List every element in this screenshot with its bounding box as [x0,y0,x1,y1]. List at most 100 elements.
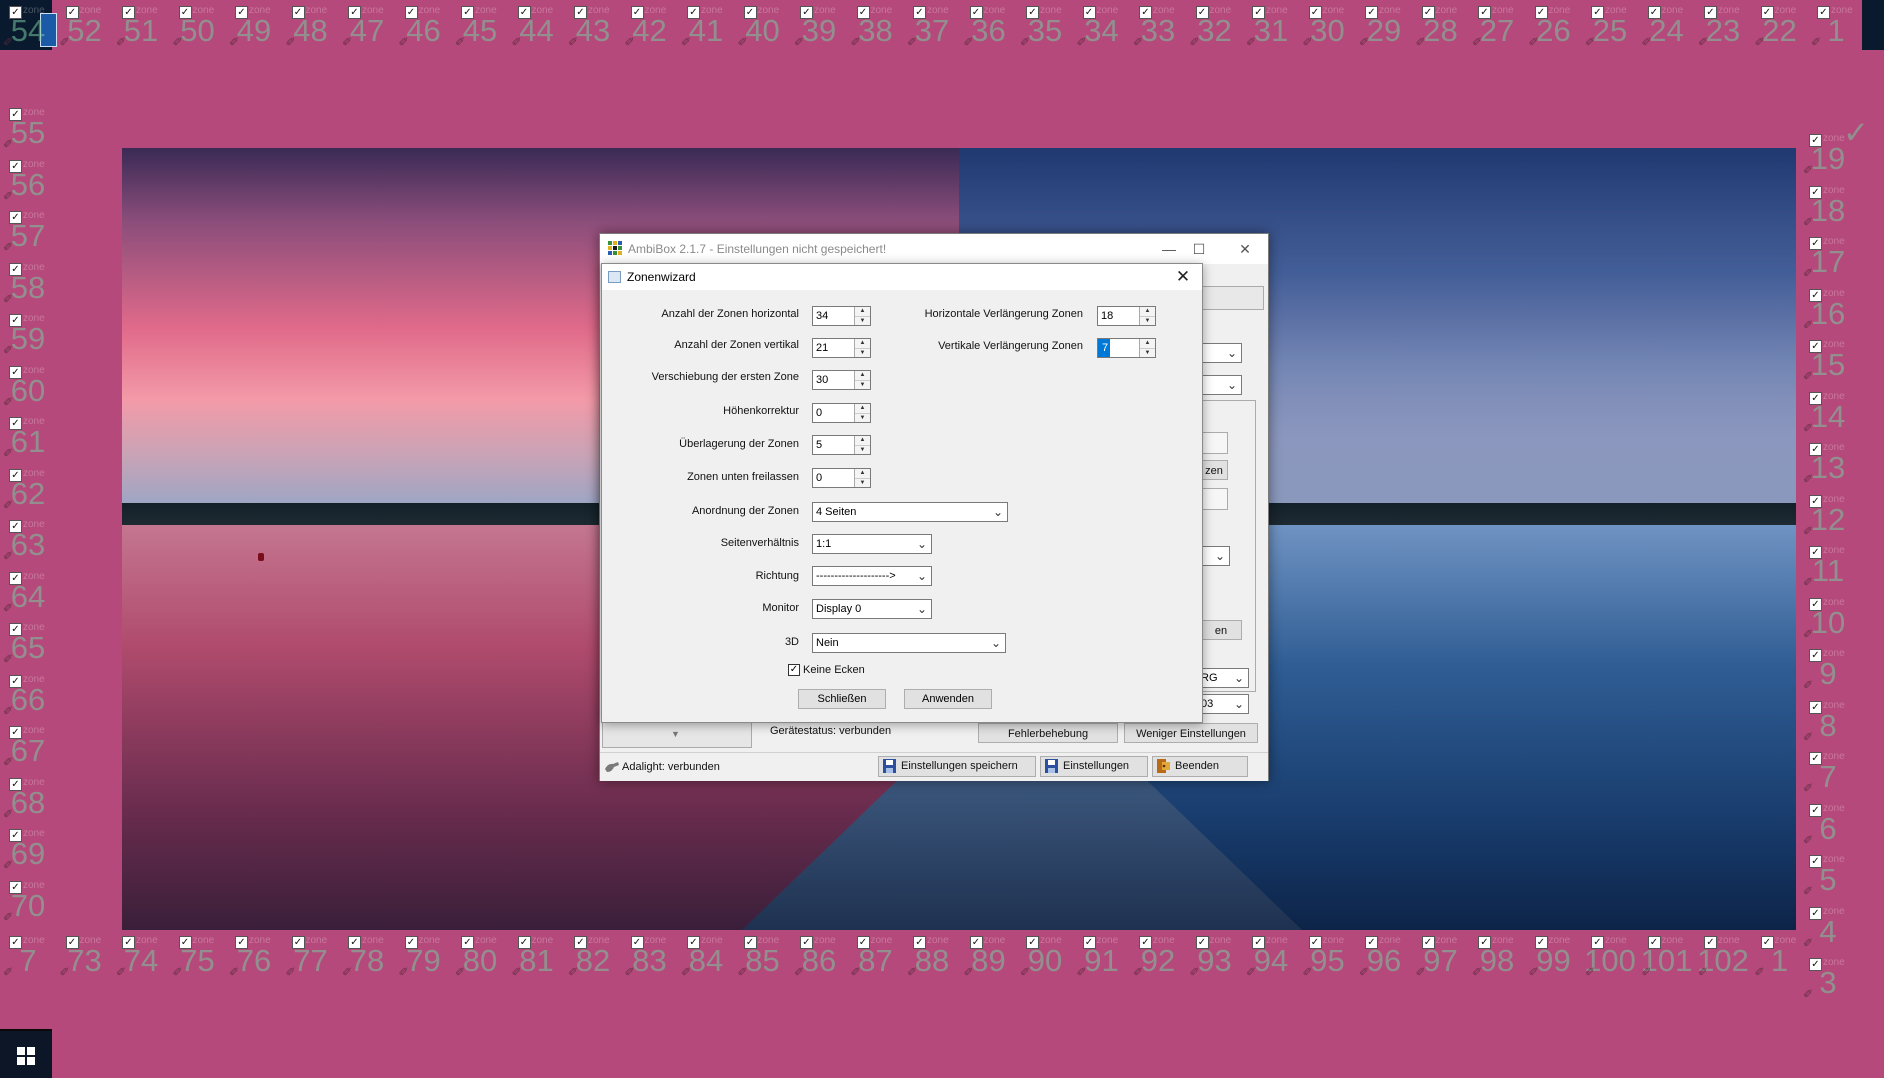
zone-cell: ✓ zone 97 ✐ [1413,930,1469,981]
zone-cell: ✓ zone 3 ✐ [1800,952,1856,1003]
zone-brush-icon: ✐ [3,858,14,872]
hidden-select-4[interactable]: RG ⌄ [1200,668,1249,688]
bottom-free-spinner[interactable]: ▲▼ [812,468,871,488]
zone-brush-icon: ✐ [1020,35,1031,49]
settings-label: Einstellungen [1063,760,1130,772]
spin-arrows-icon[interactable]: ▲ ▼ [854,469,870,487]
zone-cell: ✓ zone 96 ✐ [1356,930,1412,981]
save-settings-button[interactable]: Einstellungen speichern [878,756,1036,777]
zone-brush-icon: ✐ [59,965,70,979]
wizard-close-button[interactable]: ✕ [1170,266,1196,288]
height-correction-spinner[interactable]: ▲▼ [812,403,871,423]
vertical-extension-spinner[interactable]: ▲▼ [1097,338,1156,358]
zones-horizontal-spinner[interactable]: ▲▼ [812,306,871,326]
zone-cell: ✓ zone 60 ✐ [0,360,56,411]
hidden-button-2[interactable]: en [1200,620,1242,640]
zone-brush-icon: ✐ [3,497,14,512]
zone-brush-icon: ✐ [285,965,296,979]
zone-brush-icon: ✐ [737,35,748,49]
maximize-button[interactable]: ☐ [1184,238,1214,260]
monitor-select[interactable]: Display 0 ⌄ [812,599,932,619]
spin-arrows-icon[interactable]: ▲ ▼ [854,436,870,454]
zone-cell: ✓ zone 5 ✐ [1800,849,1856,900]
zone-brush-icon: ✐ [3,394,14,409]
zone-brush-icon: ✐ [1415,965,1426,979]
spin-arrows-icon[interactable]: ▲ ▼ [854,371,870,389]
spin-arrows-icon[interactable]: ▲ ▼ [1139,307,1155,325]
spin-arrows-icon[interactable]: ▲ ▼ [854,339,870,357]
spin-arrows-icon[interactable]: ▲ ▼ [854,307,870,325]
chevron-down-icon: ⌄ [1226,346,1237,360]
zone-brush-icon: ✐ [1803,214,1814,229]
zone-brush-icon: ✐ [1641,35,1652,49]
zone-cell: ✓ zone 85 ✐ [735,930,791,981]
main-statusbar: Adalight: verbunden Einstellungen speich… [600,752,1268,781]
troubleshoot-button[interactable]: Fehlerbehebung [978,723,1118,743]
zone-cell: ✓ zone 37 ✐ [904,0,960,51]
chevron-down-icon: ⌄ [990,636,1001,650]
zone-cell: ✓ zone 55 ✐ [0,102,56,153]
hidden-select-5[interactable]: 03 ⌄ [1200,694,1249,714]
minimize-button[interactable]: — [1154,238,1184,260]
height-correction-label: Höhenkorrektur [723,405,799,417]
zone-brush-icon: ✐ [342,35,353,49]
zone-cell: ✓ zone 59 ✐ [0,308,56,359]
zone-cell: ✓ zone 31 ✐ [1243,0,1299,51]
zone-brush-icon: ✐ [1803,575,1814,589]
zone-brush-icon: ✐ [3,188,14,203]
zone-brush-icon: ✐ [116,35,127,49]
close-window-button[interactable]: ✕ [1230,238,1260,260]
hidden-select-1[interactable]: ⌄ [1200,343,1242,363]
less-settings-button[interactable]: Weniger Einstellungen [1124,723,1258,743]
zones-horizontal-label: Anzahl der Zonen horizontal [661,308,799,320]
zone-cell: ✓ zone 90 ✐ [1017,930,1073,981]
no-corners-checkbox[interactable]: ✓ [788,664,800,676]
ambibox-app-icon [608,241,622,255]
zone-cell: ✓ zone 9 ✐ [1800,643,1856,694]
zone-brush-icon: ✐ [3,652,14,666]
hidden-select-3[interactable]: ⌄ [1200,546,1230,566]
zone-cell: ✓ zone 99 ✐ [1526,930,1582,981]
main-window-titlebar[interactable]: AmbiBox 2.1.7 - Einstellungen nicht gesp… [600,234,1268,264]
aspect-ratio-select[interactable]: 1:1 ⌄ [812,534,932,554]
zone-overlap-spinner[interactable]: ▲▼ [812,435,871,455]
zone-cell: ✓ zone 12 ✐ [1800,489,1856,540]
zone-cell: ✓ zone 80 ✐ [452,930,508,981]
direction-select[interactable]: --------------------> ⌄ [812,566,932,586]
zones-vertical-spinner[interactable]: ▲▼ [812,338,871,358]
zone-brush-icon: ✐ [3,35,14,49]
settings-button[interactable]: Einstellungen [1040,756,1148,777]
zone-brush-icon: ✐ [455,35,466,49]
vertical-extension-label: Vertikale Verlängerung Zonen [938,340,1083,352]
zone-brush-icon: ✐ [1803,626,1814,641]
zone-cell: ✓ zone 92 ✐ [1130,930,1186,981]
aspect-ratio-value: 1:1 [816,538,832,550]
zone-cell: ✓ zone 18 ✐ [1800,180,1856,231]
wizard-close-action-button[interactable]: Schließen [798,689,886,709]
3d-select[interactable]: Nein ⌄ [812,633,1006,653]
scroll-down-arrow-icon[interactable]: ▼ [671,729,680,739]
horizontal-extension-spinner[interactable]: ▲▼ [1097,306,1156,326]
zone-brush-icon: ✐ [1133,965,1144,979]
start-button[interactable] [0,1031,52,1078]
wizard-titlebar[interactable]: Zonenwizard ✕ [602,264,1202,290]
zone-brush-icon: ✐ [285,35,296,49]
arrangement-select[interactable]: 4 Seiten ⌄ [812,502,1008,522]
zone-brush-icon: ✐ [1803,472,1814,486]
hidden-button-1[interactable]: zen [1200,460,1228,480]
apply-button[interactable]: Anwenden [904,689,992,709]
zone-cell: ✓ zone 58 ✐ [0,257,56,308]
zone-brush-icon: ✐ [850,35,861,49]
zone-brush-icon: ✐ [1020,965,1031,979]
zone-cell: ✓ zone 10 ✐ [1800,592,1856,643]
zone-brush-icon: ✐ [1302,35,1313,49]
zone-cell: ✓ zone 79 ✐ [396,930,452,981]
hidden-field-2 [1200,488,1228,510]
spin-arrows-icon[interactable]: ▲ ▼ [1139,339,1155,357]
first-zone-offset-spinner[interactable]: ▲▼ [812,370,871,390]
zone-cell: ✓ zone 52 ✐ [57,0,113,51]
exit-button[interactable]: Beenden [1152,756,1248,777]
hidden-select-2[interactable]: ⌄ [1200,375,1242,395]
zone-brush-icon: ✐ [1803,523,1814,538]
spin-arrows-icon[interactable]: ▲ ▼ [854,404,870,422]
